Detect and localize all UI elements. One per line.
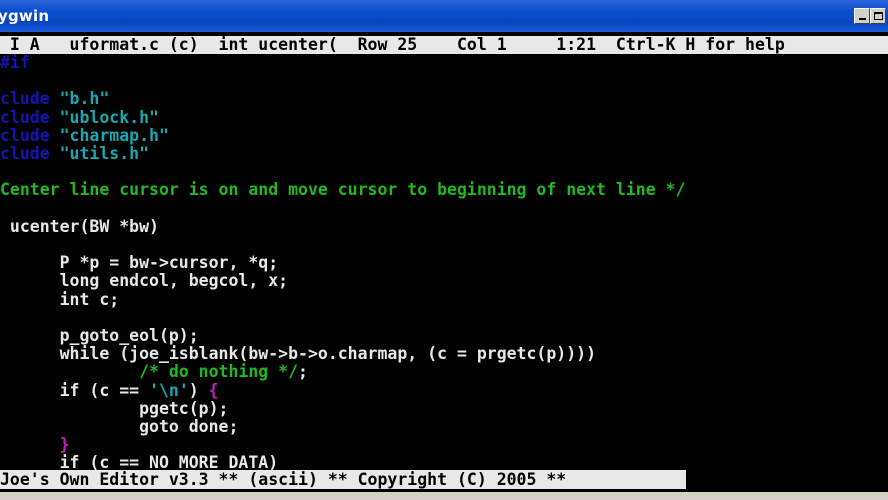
code-token: while (joe_isblank(bw->b->o.charmap, (c …	[0, 344, 597, 364]
code-token: clude	[0, 89, 60, 109]
code-line: ucenter(BW *bw)	[0, 216, 159, 236]
code-token: ;	[298, 362, 308, 382]
code-line: /* do nothing */;	[0, 363, 308, 381]
code-line: clude "charmap.h"	[0, 125, 169, 145]
code-line: pgetc(p);	[0, 398, 229, 418]
code-token: Center line cursor is on and move cursor…	[0, 180, 686, 200]
code-token: clude	[0, 107, 60, 127]
code-line: p_goto_eol(p);	[0, 327, 199, 345]
code-line: long endcol, begcol, x;	[0, 271, 289, 291]
code-token: p_goto_eol(p);	[0, 326, 199, 345]
code-line: goto done;	[0, 418, 238, 436]
code-line: if (c == '\n') {	[0, 380, 219, 400]
code-line: P *p = bw->cursor, *q;	[0, 253, 279, 273]
code-token: "utils.h"	[59, 144, 150, 163]
code-token: long endcol, begcol, x;	[0, 271, 289, 291]
code-token: )	[188, 380, 209, 400]
code-line: }	[0, 436, 70, 454]
code-line: Center line cursor is on and move cursor…	[0, 181, 685, 199]
window-title: ygwin	[0, 7, 50, 25]
code-token: "charmap.h"	[59, 125, 169, 145]
minimize-icon	[859, 18, 866, 20]
editor-status-bar: I A uformat.c (c) int ucenter( Row 25 Co…	[0, 36, 888, 54]
code-token: "b.h"	[59, 89, 110, 109]
code-token: clude	[0, 125, 60, 145]
code-token: if (c ==	[0, 380, 150, 400]
code-line: clude "utils.h"	[0, 145, 149, 163]
code-token: goto done;	[0, 417, 239, 436]
editor-message-bar: Joe's Own Editor v3.3 ** (ascii) ** Copy…	[0, 470, 686, 489]
code-token: '\n'	[149, 380, 189, 400]
code-token: pgetc(p);	[0, 398, 229, 418]
code-token: int c;	[0, 289, 120, 309]
code-token: clude	[0, 144, 60, 163]
code-token: {	[208, 380, 219, 400]
maximize-button[interactable]	[870, 8, 886, 24]
code-line: clude "b.h"	[0, 90, 109, 108]
window-controls	[854, 8, 886, 24]
code-line: while (joe_isblank(bw->b->o.charmap, (c …	[0, 345, 596, 363]
code-token: "ublock.h"	[59, 107, 159, 127]
code-token: ucenter(BW *bw)	[0, 216, 159, 236]
title-bar[interactable]: ygwin	[0, 0, 888, 32]
code-token: /* do nothing */	[139, 362, 299, 382]
code-line: int c;	[0, 289, 120, 309]
code-token: P *p = bw->cursor, *q;	[0, 253, 279, 273]
minimize-button[interactable]	[854, 8, 870, 24]
code-token: #if	[0, 53, 30, 72]
window-bottom-border	[0, 492, 888, 500]
code-line: clude "ublock.h"	[0, 107, 159, 127]
maximize-icon	[874, 12, 883, 20]
terminal-area[interactable]: I A uformat.c (c) int ucenter( Row 25 Co…	[0, 32, 888, 492]
code-line: #if	[0, 54, 30, 72]
code-token: }	[59, 435, 70, 455]
